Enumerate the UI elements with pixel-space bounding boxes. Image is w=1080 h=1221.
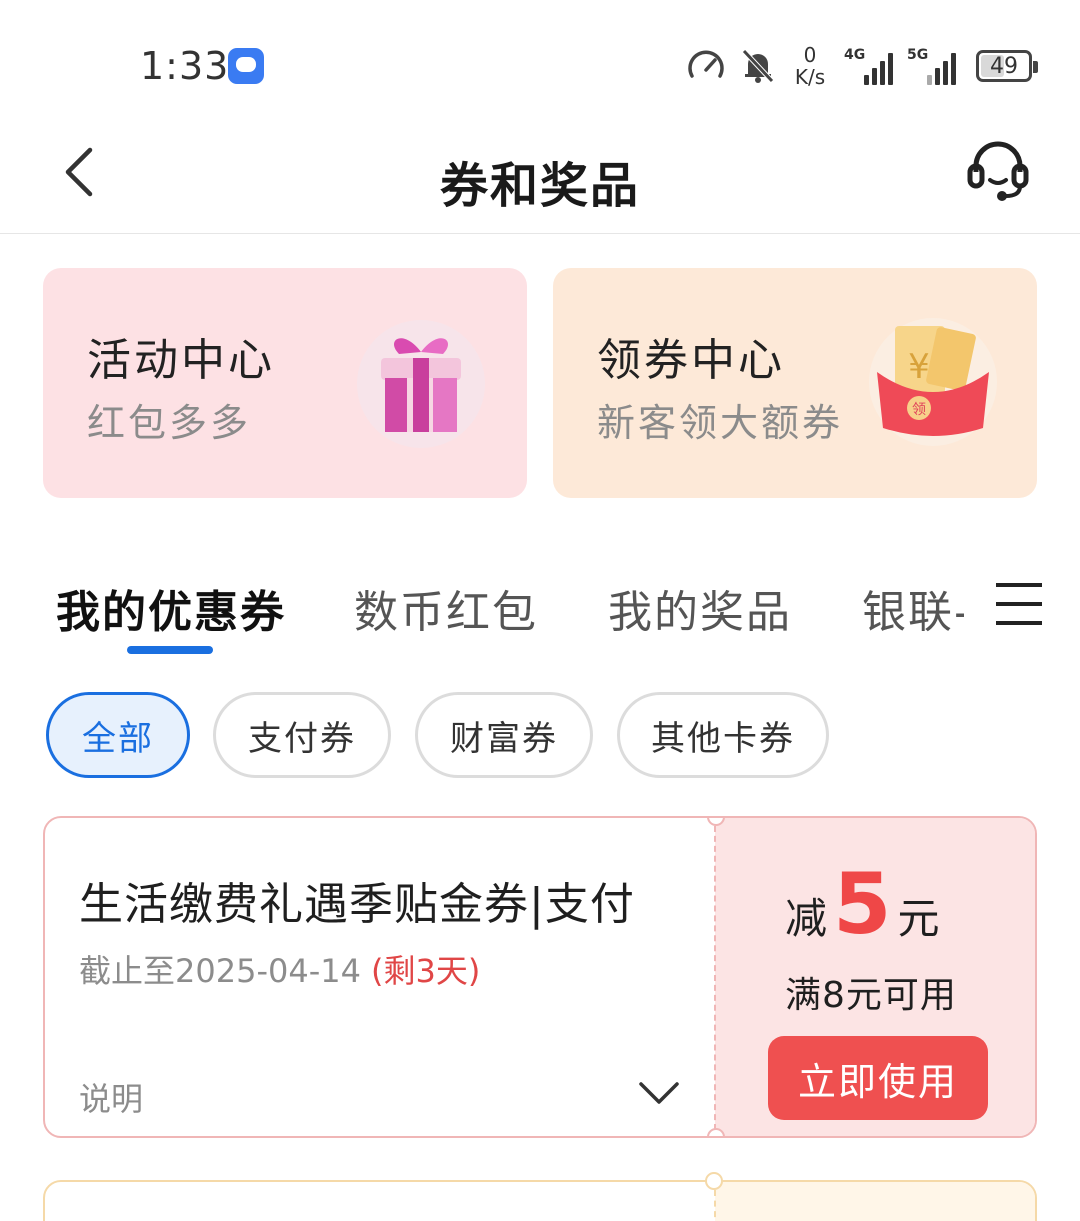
coupon-condition: 满8元可用 xyxy=(785,975,957,1016)
coupon-card-2 xyxy=(43,1180,1037,1221)
net-speed-unit: K/s xyxy=(794,65,826,89)
nav-header: 券和奖品 xyxy=(0,120,1080,234)
tab-unionpay[interactable]: 银联- xyxy=(862,576,972,640)
page-title: 券和奖品 xyxy=(439,158,640,214)
coupon-amount-unit: 元 xyxy=(897,894,940,943)
signal-4g: 4G xyxy=(844,47,893,85)
red-envelope-icon: ¥ 领 xyxy=(869,318,997,446)
active-tab-indicator xyxy=(127,646,213,654)
activity-center-subtitle: 红包多多 xyxy=(87,401,252,445)
coupon-amount-prefix: 减 xyxy=(785,894,828,943)
signal-5g: 5G xyxy=(907,47,956,85)
more-tabs-menu[interactable] xyxy=(964,576,1044,632)
signal-4g-label: 4G xyxy=(844,47,866,63)
hamburger-menu-icon xyxy=(996,583,1042,625)
status-indicators: 0 K/s 4G 5G 49 xyxy=(686,40,1038,92)
coupon-amount: 减 5 元 xyxy=(785,862,939,946)
customer-service-icon[interactable] xyxy=(966,138,1030,204)
filter-payment-coupons[interactable]: 支付券 xyxy=(213,692,391,778)
tab-my-coupons[interactable]: 我的优惠券 xyxy=(56,576,286,640)
tab-my-prizes[interactable]: 我的奖品 xyxy=(608,576,792,640)
battery-level: 49 xyxy=(990,53,1018,79)
bell-muted-icon xyxy=(742,49,774,83)
coupon-2-value-panel xyxy=(715,1182,1035,1221)
message-app-icon xyxy=(228,48,264,84)
status-bar: 1:33 0 K/s 4G 5G 49 xyxy=(0,0,1080,120)
signal-5g-label: 5G xyxy=(907,47,929,63)
coupon-title: 生活缴费礼遇季贴金券|支付 xyxy=(79,879,635,930)
filter-other-coupons[interactable]: 其他卡券 xyxy=(617,692,829,778)
coupon-divider xyxy=(714,826,716,1130)
coupon-2-divider xyxy=(714,1190,716,1221)
coupon-card: 生活缴费礼遇季贴金券|支付 截止至2025-04-14 (剩3天) 说明 减 5 … xyxy=(43,816,1037,1138)
coupon-amount-value: 5 xyxy=(833,855,892,953)
filter-all[interactable]: 全部 xyxy=(46,692,190,778)
coupon-filters: 全部 支付券 财富券 其他卡券 xyxy=(0,692,1080,778)
activity-center-card[interactable]: 活动中心 红包多多 xyxy=(43,268,527,498)
net-speed: 0 K/s xyxy=(790,44,830,88)
coupon-explain-toggle[interactable]: 说明 xyxy=(79,1074,143,1120)
coupon-expiry: 截止至2025-04-14 (剩3天) xyxy=(79,946,480,992)
net-speed-value: 0 xyxy=(803,43,817,67)
tab-digital-red-packets[interactable]: 数币红包 xyxy=(354,576,538,640)
svg-text:领: 领 xyxy=(912,402,926,418)
chevron-down-icon[interactable] xyxy=(637,1078,681,1108)
coupon-expiry-date: 截止至2025-04-14 xyxy=(79,952,361,990)
coupon-tabs: 我的优惠券 数币红包 我的奖品 银联- xyxy=(0,560,1080,660)
coupon-days-remaining: (剩3天) xyxy=(370,952,481,990)
filter-wealth-coupons[interactable]: 财富券 xyxy=(415,692,593,778)
coupon-center-card[interactable]: 领券中心 新客领大额券 ¥ 领 xyxy=(553,268,1037,498)
use-now-button[interactable]: 立即使用 xyxy=(768,1036,988,1120)
coupon-2-notch xyxy=(705,1172,723,1190)
battery-icon: 49 xyxy=(976,50,1038,82)
coupon-center-subtitle: 新客领大额券 xyxy=(597,401,844,445)
svg-text:¥: ¥ xyxy=(908,347,930,387)
activity-center-title: 活动中心 xyxy=(87,335,275,386)
status-time: 1:33 xyxy=(140,44,230,88)
coupon-center-title: 领券中心 xyxy=(597,335,785,386)
speedometer-icon xyxy=(688,50,724,78)
gift-box-icon xyxy=(357,320,485,448)
